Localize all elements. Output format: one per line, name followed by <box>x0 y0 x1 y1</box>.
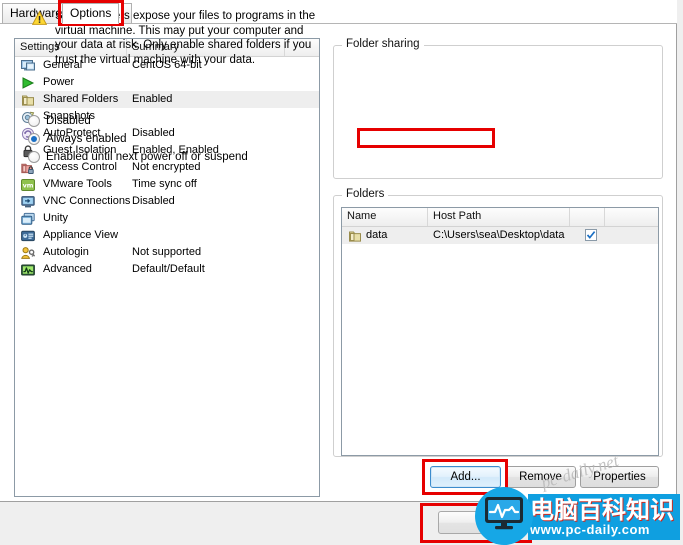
svg-text:vm: vm <box>23 182 34 190</box>
folder-name: data <box>366 229 388 241</box>
watermark: 电脑百科知识 www.pc-daily.com <box>475 487 683 545</box>
windows-icon <box>21 212 35 226</box>
settings-row-appliance-view[interactable]: Appliance View <box>15 227 319 244</box>
user-key-icon <box>21 246 36 260</box>
watermark-brand-text: 电脑百科知识 <box>530 495 674 524</box>
folder-sharing-title: Folder sharing <box>342 38 424 50</box>
chart-icon <box>21 263 35 277</box>
column-header-host-path[interactable]: Host Path <box>428 208 570 226</box>
watermark-badge: 电脑百科知识 www.pc-daily.com <box>528 494 680 540</box>
settings-row-vmware-tools[interactable]: vm VMware Tools Time sync off <box>15 176 319 193</box>
settings-row-summary: Default/Default <box>132 263 205 275</box>
settings-row-advanced[interactable]: Advanced Default/Default <box>15 261 319 278</box>
settings-row-vnc-connections[interactable]: VNC Connections Disabled <box>15 193 319 210</box>
radio-always-enabled-button[interactable] <box>28 133 40 145</box>
radio-disabled-button[interactable] <box>28 115 40 127</box>
settings-row-summary: Disabled <box>132 127 175 139</box>
vnc-icon <box>21 195 35 209</box>
settings-row-shared-folders[interactable]: Shared Folders Enabled <box>15 91 319 108</box>
virtual-machine-settings-dialog: Hardware Options Settings Summary Genera… <box>0 0 677 502</box>
tab-options[interactable]: Options <box>62 3 120 24</box>
folders-list-header: Name Host Path <box>342 208 658 227</box>
settings-row-label: Shared Folders <box>43 93 119 105</box>
add-button[interactable]: Add... <box>430 466 501 488</box>
settings-row-label: VNC Connections <box>43 195 131 207</box>
play-icon <box>21 76 35 90</box>
monitor-pulse-icon <box>484 496 524 530</box>
folders-title: Folders <box>342 188 389 200</box>
settings-rows: General CentOS 64-bit Power Shared Folders E… <box>15 57 319 278</box>
settings-row-summary: Disabled <box>132 195 175 207</box>
watermark-url-text: www.pc-daily.com <box>530 521 650 537</box>
settings-row-label: Appliance View <box>43 229 119 241</box>
radio-always-enabled-label: Always enabled <box>46 133 127 145</box>
settings-row-label: Unity <box>43 212 69 224</box>
radio-disabled-label: Disabled <box>46 115 91 127</box>
settings-row-summary: Enabled <box>132 93 173 105</box>
warning-icon <box>31 10 48 25</box>
folder-row[interactable]: data C:\Users\sea\Desktop\data <box>342 227 658 244</box>
screenshot-root: Hardware Options Settings Summary Genera… <box>0 0 683 545</box>
folder-enabled-checkbox[interactable] <box>585 229 597 241</box>
settings-row-label: VMware Tools <box>43 178 112 190</box>
settings-list-panel[interactable]: Settings Summary General CentOS 64-bit Pow… <box>14 38 320 497</box>
folder-sharing-group: Folder sharing <box>333 38 663 179</box>
folders-rows: data C:\Users\sea\Desktop\data <box>342 227 658 244</box>
settings-row-autologin[interactable]: Autologin Not supported <box>15 244 319 261</box>
radio-enabled-until-power-off-button[interactable] <box>28 151 40 163</box>
folder-host-path: C:\Users\sea\Desktop\data <box>433 229 565 241</box>
settings-row-summary: Time sync off <box>132 178 197 190</box>
column-header-enabled[interactable] <box>570 208 605 226</box>
column-header-extra[interactable] <box>605 208 658 226</box>
radio-enabled-until-power-off-label: Enabled until next power off or suspend <box>46 151 248 163</box>
settings-row-label: Autologin <box>43 246 89 258</box>
appliance-icon <box>21 229 35 243</box>
folder-icon <box>348 229 361 242</box>
vm-tools-icon: vm <box>21 178 35 192</box>
settings-row-label: Advanced <box>43 263 92 275</box>
tab-strip: Hardware Options <box>0 0 677 24</box>
folder-icon <box>21 93 35 107</box>
padlock-folder-icon <box>21 161 35 175</box>
column-header-name[interactable]: Name <box>342 208 428 226</box>
settings-row-unity[interactable]: Unity <box>15 210 319 227</box>
monitor-icon <box>21 59 35 73</box>
settings-row-power[interactable]: Power <box>15 74 319 91</box>
settings-row-summary: Not supported <box>132 246 202 258</box>
folders-list[interactable]: Name Host Path data C:\Users\sea\Desktop\… <box>341 207 659 456</box>
settings-row-label: Power <box>43 76 75 88</box>
